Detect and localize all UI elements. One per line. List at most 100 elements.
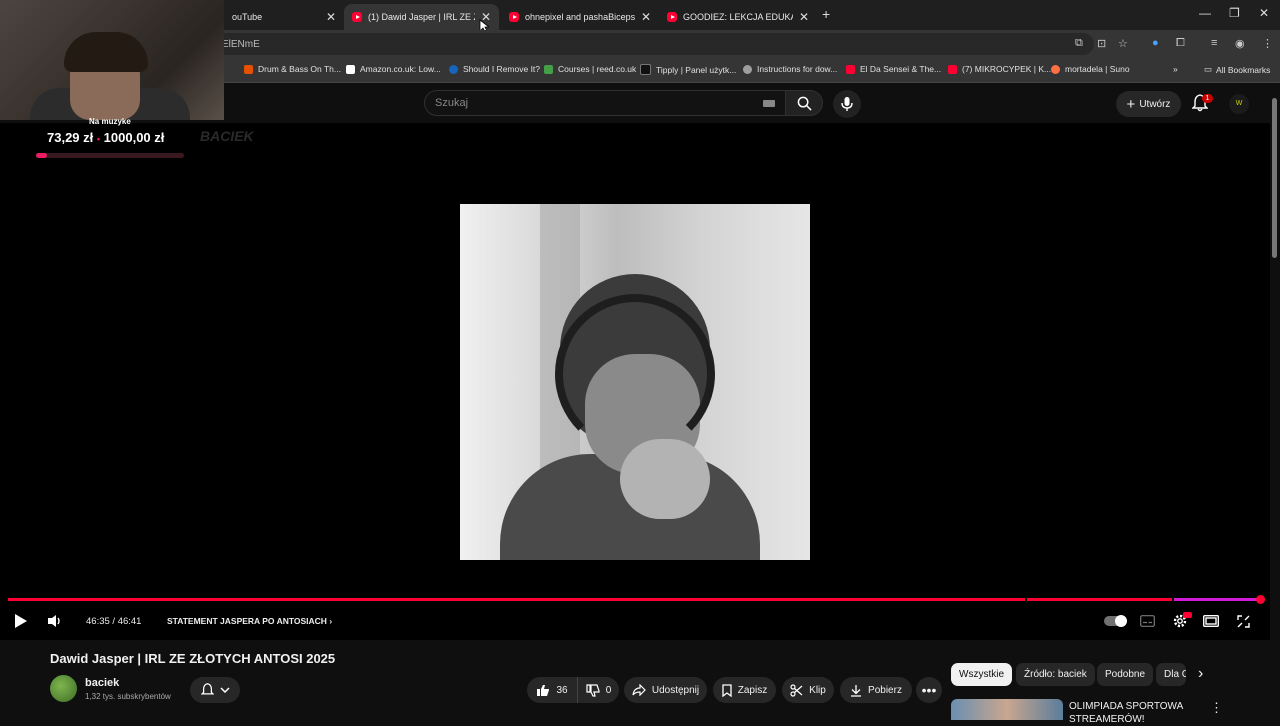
bookmark-star-icon[interactable]: ☆ xyxy=(1118,37,1128,50)
bookmark-favicon-icon xyxy=(846,64,855,74)
bookmark-favicon-icon xyxy=(640,64,651,75)
donation-goal-widget: Na muzyke 73,29 zł • 1000,00 zł xyxy=(0,114,224,162)
keyboard-icon[interactable] xyxy=(763,100,775,107)
bookmark-favicon-icon xyxy=(743,64,752,74)
bookmark-item[interactable]: mortadela | Suno xyxy=(1051,64,1130,74)
dislike-button[interactable]: 0 xyxy=(577,677,619,703)
extensions-puzzle-icon[interactable]: ⧠ xyxy=(1176,37,1185,50)
bookmark-item[interactable]: Amazon.co.uk: Low... xyxy=(346,64,441,74)
close-tab-icon[interactable]: ✕ xyxy=(799,10,809,24)
donation-progress-bar xyxy=(36,153,184,158)
new-tab-button[interactable]: + xyxy=(822,6,830,22)
chip-all[interactable]: Wszystkie xyxy=(951,663,1012,686)
thumbs-down-icon xyxy=(586,683,600,697)
bookmark-item[interactable]: Courses | reed.co.uk xyxy=(544,64,636,74)
page-scrollbar[interactable] xyxy=(1270,86,1280,720)
streamer-webcam xyxy=(0,0,224,120)
theater-mode-icon[interactable] xyxy=(1203,615,1219,627)
bookmark-item[interactable]: (7) MIKROCYPEK | K... xyxy=(948,64,1051,74)
bookmark-favicon-icon xyxy=(449,64,458,74)
chips-next-icon[interactable]: › xyxy=(1198,665,1203,683)
clip-button[interactable]: Klip xyxy=(782,677,834,703)
channel-name[interactable]: baciek xyxy=(85,677,119,689)
chip-for-you[interactable]: Dla C xyxy=(1156,663,1186,686)
bookmark-item[interactable]: Tipply | Panel użytk... xyxy=(640,64,736,75)
search-button[interactable] xyxy=(785,90,823,116)
omnibox[interactable] xyxy=(214,33,1094,55)
browser-menu-icon[interactable]: ⋮ xyxy=(1262,37,1273,50)
maximize-icon[interactable]: ❐ xyxy=(1229,6,1240,20)
bookmark-favicon-icon xyxy=(544,64,553,74)
recommendation-thumbnail[interactable] xyxy=(951,699,1063,720)
install-app-icon[interactable]: ⊡ xyxy=(1097,37,1106,50)
more-bookmarks-icon[interactable]: » xyxy=(1173,64,1178,74)
bookmark-item[interactable]: El Da Sensei & The... xyxy=(846,64,941,74)
thumbs-up-icon xyxy=(537,684,550,696)
youtube-favicon-icon xyxy=(509,12,519,22)
bookmark-favicon-icon xyxy=(948,64,957,74)
tab-ohnepixel[interactable]: ohnepixel and pashaBiceps fun ✕ xyxy=(501,4,659,30)
video-progress-bar[interactable] xyxy=(8,595,1265,604)
create-button[interactable]: + Utwórz xyxy=(1116,91,1181,117)
fullscreen-icon[interactable] xyxy=(1237,615,1250,628)
youtube-favicon-icon xyxy=(667,12,677,22)
search-icon xyxy=(797,96,812,111)
donation-goal: 1000,00 zł xyxy=(103,130,165,145)
chapter-title[interactable]: STATEMENT JASPERA PO ANTOSIACH › xyxy=(167,616,332,626)
video-frame[interactable] xyxy=(460,204,810,560)
bookmark-label: El Da Sensei & The... xyxy=(860,64,942,74)
tab-goodiez[interactable]: GOODIEZ: LEKCJA EDUKACJI SE ✕ xyxy=(659,4,817,30)
voice-search-button[interactable] xyxy=(833,90,861,118)
donation-amount: 73,29 zł • 1000,00 zł xyxy=(47,130,164,145)
like-count: 36 xyxy=(556,684,568,696)
donation-progress-fill xyxy=(36,153,47,158)
recommendation-title[interactable]: OLIMPIADA SPORTOWA STREAMERÓW! xyxy=(1069,700,1199,726)
close-tab-icon[interactable]: ✕ xyxy=(641,10,651,24)
share-button[interactable]: Udostępnij xyxy=(624,677,707,703)
chip-from-channel[interactable]: Źródło: baciek xyxy=(1016,663,1095,686)
close-window-icon[interactable]: ✕ xyxy=(1259,6,1269,20)
progress-scrubber[interactable] xyxy=(1256,595,1265,604)
translate-icon[interactable]: ⧉ xyxy=(1075,37,1083,50)
scrollbar-thumb[interactable] xyxy=(1272,98,1277,258)
minimize-icon[interactable]: — xyxy=(1199,6,1211,20)
subscription-bell-button[interactable] xyxy=(190,677,240,703)
chip-related[interactable]: Podobne xyxy=(1097,663,1154,686)
account-avatar[interactable]: W xyxy=(1229,94,1249,114)
extension-icon[interactable]: ● xyxy=(1152,37,1159,49)
tab-youtube[interactable]: ouTube ✕ xyxy=(224,4,344,30)
search-input[interactable]: Szukaj xyxy=(424,90,786,116)
all-bookmarks-button[interactable]: ▭ All Bookmarks xyxy=(1204,64,1270,75)
chevron-right-icon: › xyxy=(329,616,333,626)
url-text[interactable]: ElENmE xyxy=(222,39,260,50)
play-icon[interactable] xyxy=(14,613,28,629)
heatmap-segment xyxy=(1174,598,1260,601)
bookmark-item[interactable]: Drum & Bass On Th... xyxy=(244,64,341,74)
youtube-favicon-icon xyxy=(352,12,362,22)
cam-hair xyxy=(64,32,148,72)
media-controls-icon[interactable]: ≡ xyxy=(1211,37,1217,49)
tab-dawid-jasper[interactable]: (1) Dawid Jasper | IRL ZE ZŁOTY ✕ xyxy=(344,4,499,30)
autoplay-toggle[interactable] xyxy=(1104,615,1127,627)
recommendation-menu-icon[interactable]: ⋮ xyxy=(1210,700,1223,716)
volume-icon[interactable] xyxy=(47,614,63,628)
bookmark-favicon-icon xyxy=(244,64,253,74)
scissors-icon xyxy=(790,683,803,697)
bookmark-item[interactable]: Instructions for dow... xyxy=(743,64,837,74)
frame-headphones xyxy=(555,294,715,454)
close-tab-icon[interactable]: ✕ xyxy=(326,10,336,24)
like-button[interactable]: 36 xyxy=(527,677,577,703)
bookmark-label: Drum & Bass On Th... xyxy=(258,64,341,74)
more-actions-button[interactable]: ••• xyxy=(916,677,942,703)
subtitles-icon[interactable] xyxy=(1140,615,1155,627)
profile-icon[interactable]: ◉ xyxy=(1235,37,1245,50)
bookmark-label: Instructions for dow... xyxy=(757,64,838,74)
download-button[interactable]: Pobierz xyxy=(840,677,912,703)
channel-avatar[interactable] xyxy=(50,675,77,702)
autoplay-toggle-knob xyxy=(1115,615,1127,627)
more-horizontal-icon: ••• xyxy=(921,682,937,698)
bookmark-item[interactable]: Should I Remove It? xyxy=(449,64,540,74)
save-button[interactable]: Zapisz xyxy=(713,677,776,703)
download-label: Pobierz xyxy=(868,684,902,696)
notification-count-badge: 1 xyxy=(1202,94,1213,103)
